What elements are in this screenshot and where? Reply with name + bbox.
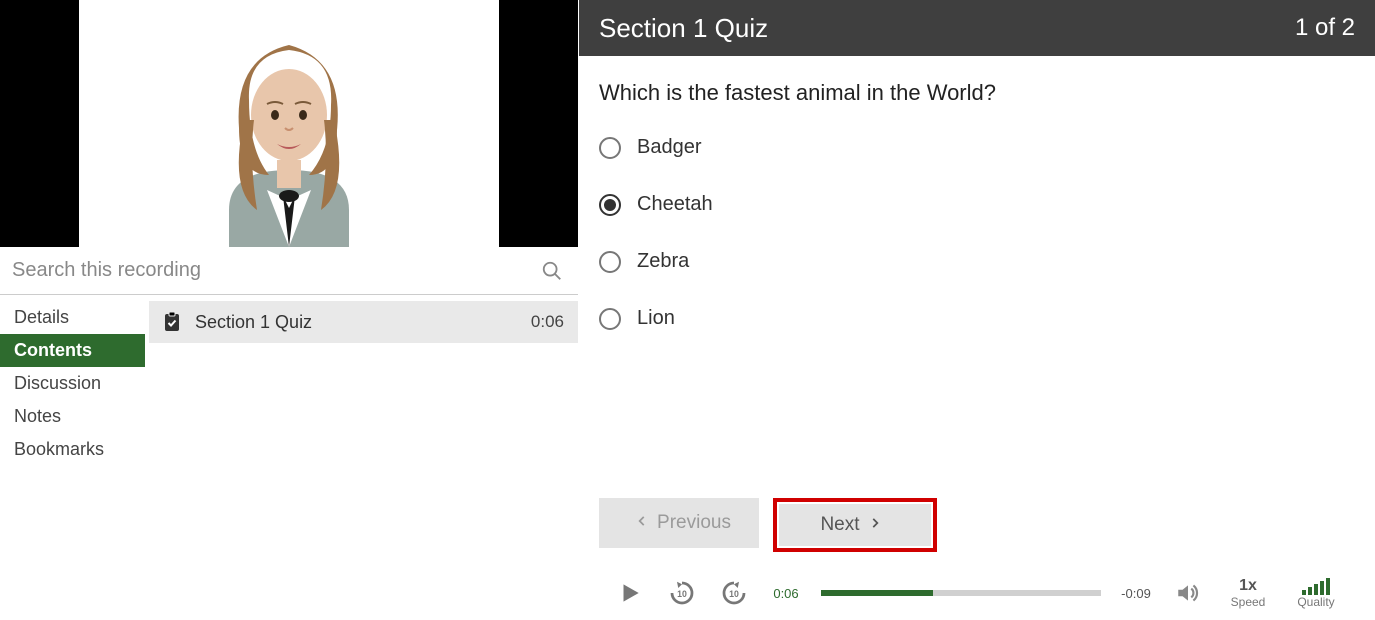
quiz-progress: 1 of 2 [1295,14,1355,42]
previous-button[interactable]: Previous [599,498,759,548]
tab-contents[interactable]: Contents [0,334,145,367]
rewind-10-icon[interactable]: 10 [665,576,699,610]
chevron-right-icon [868,514,882,536]
right-panel: Section 1 Quiz 1 of 2 Which is the faste… [578,0,1375,620]
quiz-nav-buttons: Previous Next [599,498,1355,566]
quality-label: Quality [1291,595,1341,609]
search-input[interactable] [12,259,538,282]
tab-discussion[interactable]: Discussion [0,367,145,400]
contents-item[interactable]: Section 1 Quiz 0:06 [149,301,578,343]
option-badger[interactable]: Badger [599,136,1355,159]
radio-icon [599,251,621,273]
option-label: Cheetah [637,193,713,216]
speed-value: 1x [1223,577,1273,595]
next-button-highlight: Next [773,498,937,552]
video-area [0,0,578,247]
tabs-column: Details Contents Discussion Notes Bookma… [0,295,145,620]
next-label: Next [820,514,859,536]
left-panel: Details Contents Discussion Notes Bookma… [0,0,578,620]
chevron-left-icon [635,512,649,534]
quality-control[interactable]: Quality [1291,577,1341,609]
progress-bar[interactable] [821,590,1101,596]
option-label: Zebra [637,250,689,273]
elapsed-time: 0:06 [769,586,803,601]
signal-bars-icon [1291,577,1341,595]
forward-10-icon[interactable]: 10 [717,576,751,610]
play-icon[interactable] [613,576,647,610]
option-label: Badger [637,136,702,159]
presenter-image [159,0,419,247]
speed-control[interactable]: 1x Speed [1223,577,1273,609]
option-lion[interactable]: Lion [599,307,1355,330]
tab-details[interactable]: Details [0,301,145,334]
question-text: Which is the fastest animal in the World… [599,80,1355,106]
remaining-time: -0:09 [1119,586,1153,601]
svg-text:10: 10 [677,589,687,599]
progress-fill [821,590,933,596]
quiz-body: Which is the fastest animal in the World… [579,56,1375,620]
quiz-header: Section 1 Quiz 1 of 2 [579,0,1375,56]
tab-notes[interactable]: Notes [0,400,145,433]
clipboard-check-icon [159,309,185,335]
tab-bookmarks[interactable]: Bookmarks [0,433,145,466]
option-zebra[interactable]: Zebra [599,250,1355,273]
search-row [0,247,578,295]
contents-column: Section 1 Quiz 0:06 [145,295,578,620]
radio-icon [599,137,621,159]
video-frame [79,0,499,247]
volume-icon[interactable] [1171,576,1205,610]
contents-item-time: 0:06 [531,312,568,332]
option-label: Lion [637,307,675,330]
svg-text:10: 10 [729,589,739,599]
lower-left: Details Contents Discussion Notes Bookma… [0,295,578,620]
contents-item-title: Section 1 Quiz [195,312,531,333]
previous-label: Previous [657,512,731,534]
speed-label: Speed [1223,595,1273,609]
radio-icon [599,194,621,216]
search-icon[interactable] [538,257,566,285]
player-bar: 10 10 0:06 -0:09 1x Speed [599,566,1355,620]
next-button[interactable]: Next [779,504,931,546]
quiz-title: Section 1 Quiz [599,13,1295,44]
option-cheetah[interactable]: Cheetah [599,193,1355,216]
radio-icon [599,308,621,330]
